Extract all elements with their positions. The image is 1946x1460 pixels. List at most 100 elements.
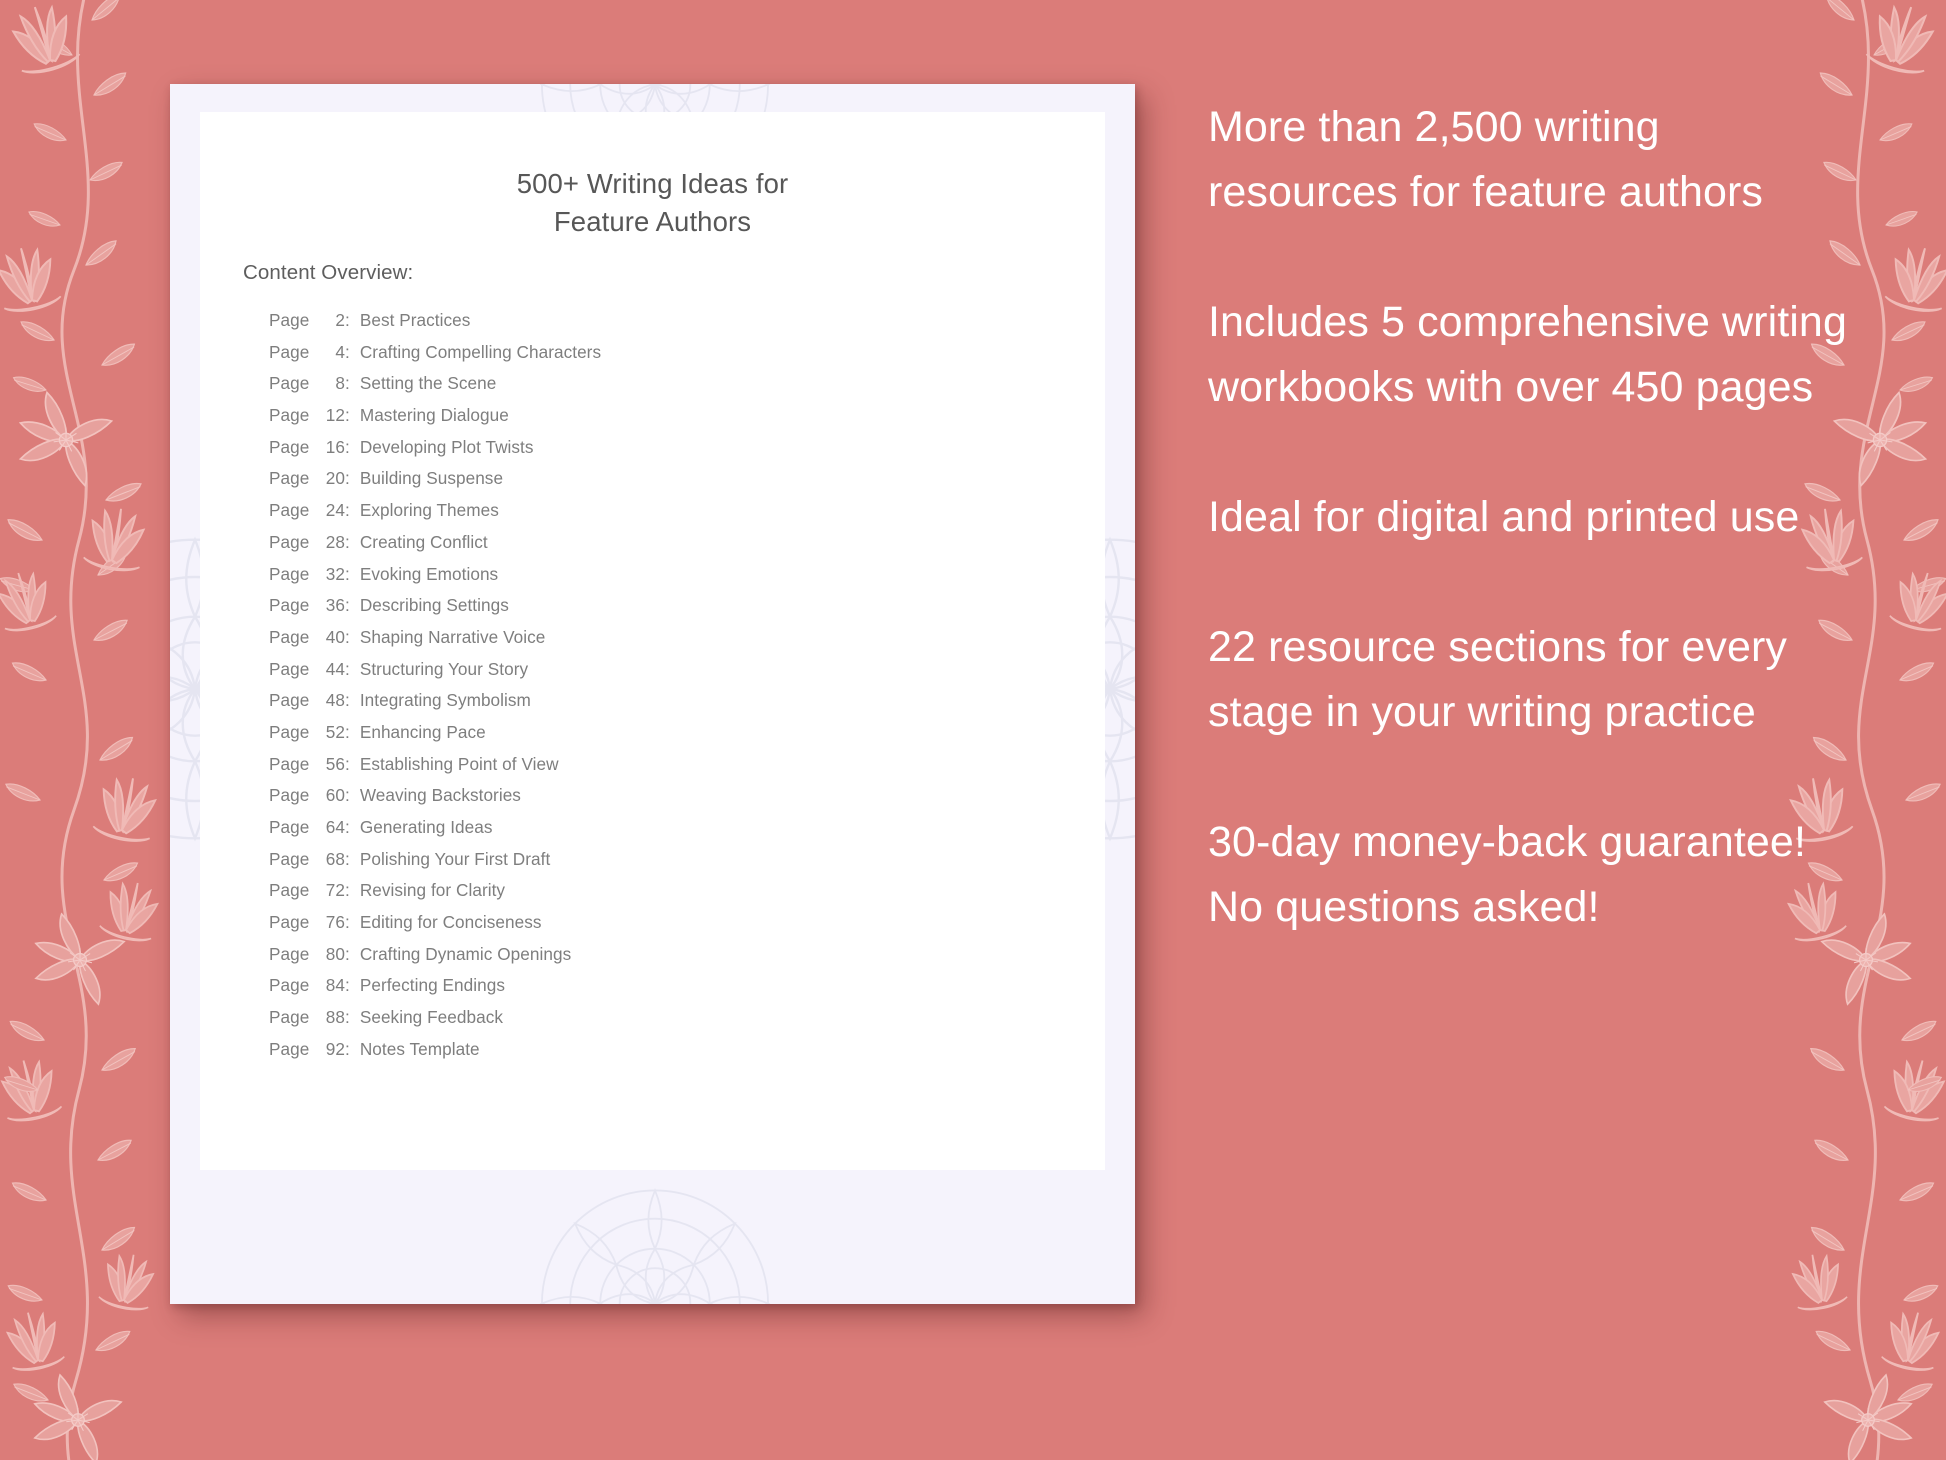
- toc-separator: :: [345, 848, 350, 869]
- toc-entry-title: Developing Plot Twists: [359, 436, 534, 457]
- toc-page-label: Page: [269, 468, 310, 489]
- toc-entry-title: Best Practices: [359, 310, 471, 330]
- toc-entry-title: Building Suspense: [359, 468, 504, 489]
- toc-entry-title: Shaping Narrative Voice: [359, 626, 546, 647]
- toc-entry-title: Editing for Conciseness: [359, 912, 542, 933]
- toc-page-number: 36: [325, 595, 345, 616]
- toc-row[interactable]: Page 8: Setting the Scene: [269, 373, 1069, 405]
- content-overview-label: Content Overview:: [243, 261, 414, 284]
- toc-page-label: Page: [269, 721, 310, 742]
- toc-page-label: Page: [269, 848, 310, 869]
- toc-entry-title: Generating Ideas: [359, 817, 493, 837]
- toc-row[interactable]: Page 2: Best Practices: [269, 310, 1069, 342]
- toc-page-label: Page: [269, 690, 310, 711]
- toc-entry-title: Enhancing Pace: [359, 721, 486, 742]
- toc-page-number: 16: [325, 436, 345, 457]
- toc-separator: :: [345, 341, 350, 362]
- toc-separator: :: [345, 436, 350, 457]
- toc-page-number: 64: [325, 817, 345, 837]
- toc-page-label: Page: [269, 975, 310, 996]
- toc-row[interactable]: Page 20: Building Suspense: [269, 468, 1069, 500]
- toc-row[interactable]: Page 52: Enhancing Pace: [269, 722, 1069, 754]
- toc-row[interactable]: Page 72: Revising for Clarity: [269, 880, 1069, 912]
- toc-row[interactable]: Page 88: Seeking Feedback: [269, 1007, 1069, 1039]
- toc-page-label: Page: [269, 436, 310, 457]
- toc-row[interactable]: Page 92: Notes Template: [269, 1039, 1069, 1071]
- document-preview[interactable]: 500+ Writing Ideas for Feature Authors C…: [170, 84, 1135, 1304]
- toc-page-label: Page: [269, 1007, 310, 1028]
- toc-entry-title: Weaving Backstories: [359, 785, 521, 806]
- toc-separator: :: [345, 817, 350, 837]
- toc-row[interactable]: Page 68: Polishing Your First Draft: [269, 849, 1069, 881]
- toc-page-label: Page: [269, 943, 310, 964]
- toc-page-label: Page: [269, 1038, 310, 1059]
- toc-page-label: Page: [269, 817, 310, 837]
- toc-separator: :: [345, 405, 350, 426]
- toc-row[interactable]: Page 64: Generating Ideas: [269, 817, 1069, 849]
- toc-entry-title: Exploring Themes: [359, 500, 499, 521]
- toc-page-number: 84: [325, 975, 345, 996]
- toc-page-label: Page: [269, 373, 310, 394]
- page-title: 500+ Writing Ideas for Feature Authors: [516, 168, 789, 237]
- toc-separator: :: [345, 721, 350, 742]
- toc-row[interactable]: Page 12: Mastering Dialogue: [269, 405, 1069, 437]
- toc-row[interactable]: Page 48: Integrating Symbolism: [269, 690, 1069, 722]
- toc-entry-title: Polishing Your First Draft: [359, 848, 551, 869]
- toc-page-number: 52: [325, 721, 345, 742]
- toc-page-number: 4: [335, 341, 345, 362]
- toc-row[interactable]: Page 32: Evoking Emotions: [269, 564, 1069, 596]
- toc-page-number: 80: [325, 943, 345, 964]
- toc-separator: :: [345, 753, 350, 774]
- toc-entry-title: Notes Template: [359, 1038, 480, 1059]
- toc-separator: :: [345, 595, 350, 616]
- toc-page-number: 48: [325, 690, 345, 711]
- toc-page-label: Page: [269, 500, 310, 521]
- toc-row[interactable]: Page 16: Developing Plot Twists: [269, 437, 1069, 469]
- toc-page-number: 8: [335, 373, 345, 394]
- toc-page-number: 12: [325, 405, 345, 426]
- toc-page-label: Page: [269, 912, 310, 933]
- toc-row[interactable]: Page 24: Exploring Themes: [269, 500, 1069, 532]
- toc-entry-title: Integrating Symbolism: [359, 690, 531, 711]
- toc-page-label: Page: [269, 753, 310, 774]
- toc-row[interactable]: Page 4: Crafting Compelling Characters: [269, 342, 1069, 374]
- marketing-blurb: Includes 5 comprehensive writing workboo…: [1208, 298, 1847, 411]
- toc-entry-title: Crafting Compelling Characters: [359, 341, 602, 362]
- toc-separator: :: [345, 880, 350, 901]
- toc-entry-title: Describing Settings: [359, 595, 509, 616]
- toc-page-label: Page: [269, 531, 310, 552]
- toc-row[interactable]: Page 60: Weaving Backstories: [269, 785, 1069, 817]
- toc-row[interactable]: Page 80: Crafting Dynamic Openings: [269, 944, 1069, 976]
- toc-page-label: Page: [269, 595, 310, 616]
- toc-separator: :: [345, 500, 350, 521]
- toc-separator: :: [345, 626, 350, 647]
- toc-page-number: 44: [325, 658, 345, 679]
- toc-page-number: 32: [325, 563, 345, 584]
- toc-row[interactable]: Page 76: Editing for Conciseness: [269, 912, 1069, 944]
- toc-row[interactable]: Page 28: Creating Conflict: [269, 532, 1069, 564]
- toc-row[interactable]: Page 44: Structuring Your Story: [269, 659, 1069, 691]
- toc-page-number: 68: [325, 848, 345, 869]
- toc-page-label: Page: [269, 658, 310, 679]
- toc-separator: :: [345, 975, 350, 996]
- marketing-copy-panel: More than 2,500 writing resources for fe…: [1208, 95, 1848, 940]
- toc-page-label: Page: [269, 563, 310, 584]
- toc-page-label: Page: [269, 341, 310, 362]
- marketing-blurb: 30-day money-back guarantee! No question…: [1208, 818, 1806, 931]
- table-of-contents: Page 2: Best Practices Page 4: Crafting Compe…: [269, 310, 1069, 1071]
- toc-page-label: Page: [269, 405, 310, 426]
- toc-separator: :: [345, 1007, 350, 1028]
- toc-page-number: 28: [325, 531, 345, 552]
- toc-page-number: 2: [335, 310, 345, 330]
- toc-page-number: 40: [325, 626, 345, 647]
- mandala-watermark-bottom: [410, 1171, 900, 1304]
- toc-row[interactable]: Page 84: Perfecting Endings: [269, 975, 1069, 1007]
- toc-separator: :: [345, 1038, 350, 1059]
- toc-row[interactable]: Page 56: Establishing Point of View: [269, 754, 1069, 786]
- toc-row[interactable]: Page 40: Shaping Narrative Voice: [269, 627, 1069, 659]
- toc-separator: :: [345, 690, 350, 711]
- document-page: 500+ Writing Ideas for Feature Authors C…: [200, 112, 1105, 1170]
- poster-canvas: 500+ Writing Ideas for Feature Authors C…: [0, 0, 1946, 1460]
- toc-entry-title: Evoking Emotions: [359, 563, 499, 584]
- toc-row[interactable]: Page 36: Describing Settings: [269, 595, 1069, 627]
